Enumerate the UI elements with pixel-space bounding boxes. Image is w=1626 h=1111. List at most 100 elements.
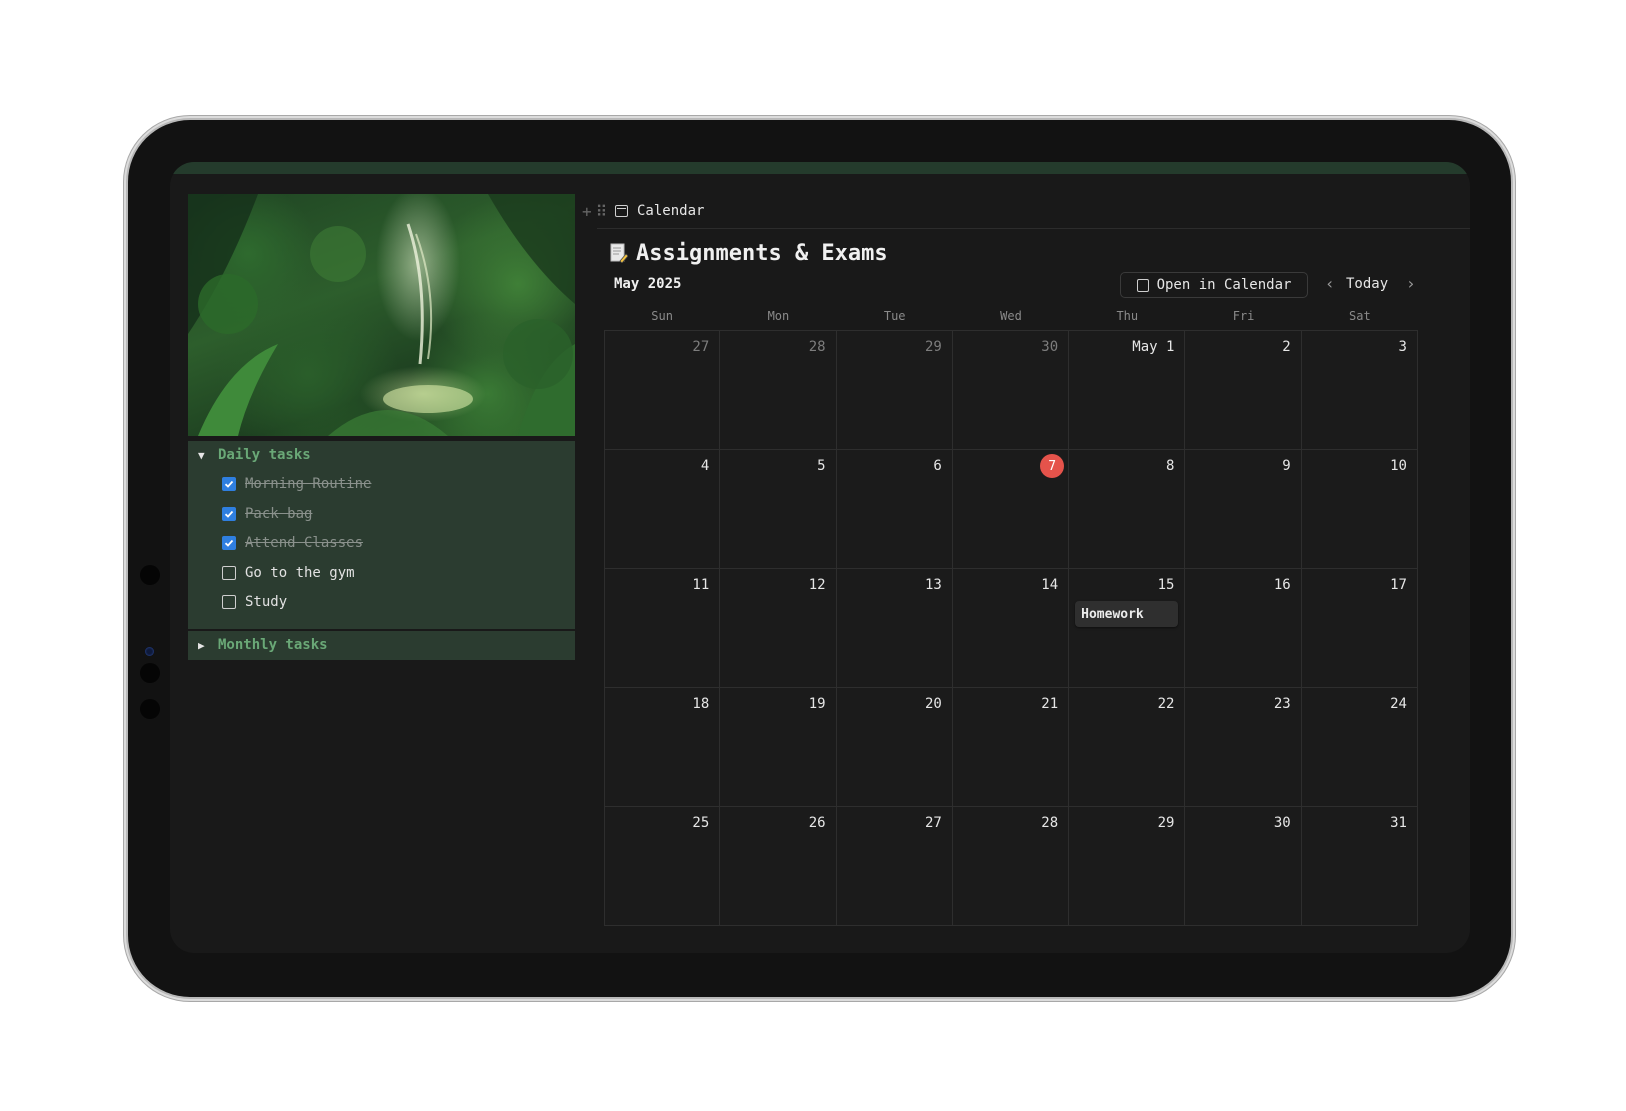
- top-bar: [170, 162, 1470, 174]
- calendar-day-cell[interactable]: 24: [1301, 688, 1418, 807]
- calendar-day-cell[interactable]: 13: [836, 569, 953, 688]
- day-number: 31: [1390, 815, 1407, 831]
- weekday-label: Sat: [1349, 309, 1371, 323]
- calendar-day-cell[interactable]: 19: [720, 688, 837, 807]
- caret-down-icon: ▼: [198, 448, 205, 462]
- monthly-tasks-toggle[interactable]: ▶ Monthly tasks: [198, 634, 328, 656]
- weekday-label: Wed: [1000, 309, 1022, 323]
- chevron-right-icon[interactable]: ›: [1406, 274, 1416, 293]
- day-number: 11: [692, 577, 710, 593]
- day-number: 19: [808, 696, 826, 712]
- calendar-day-cell[interactable]: 15 Homework: [1069, 569, 1186, 688]
- calendar-day-cell[interactable]: 26: [720, 807, 837, 926]
- chevron-left-icon[interactable]: ‹: [1325, 274, 1335, 293]
- checkbox-checked[interactable]: [222, 506, 236, 521]
- day-number: 12: [808, 577, 826, 593]
- drag-handle-icon[interactable]: ⠿: [596, 202, 608, 221]
- calendar-day-cell[interactable]: 17: [1301, 569, 1418, 688]
- database-title[interactable]: Assignments & Exams: [610, 236, 888, 270]
- calendar-day-cell[interactable]: 27: [836, 807, 953, 926]
- calendar-day-cell[interactable]: 6: [836, 450, 953, 569]
- day-number: 24: [1390, 696, 1407, 712]
- day-number: 15: [1157, 577, 1175, 593]
- checkbox-unchecked[interactable]: [222, 595, 236, 609]
- calendar-day-cell[interactable]: 22: [1069, 688, 1186, 807]
- calendar-day-cell[interactable]: 12: [720, 569, 837, 688]
- camera-lens: [145, 647, 154, 656]
- calendar-day-cell[interactable]: 11: [604, 569, 721, 688]
- day-number: 4: [700, 458, 710, 474]
- day-number: 3: [1398, 339, 1407, 355]
- task-item[interactable]: Go to the gym: [222, 562, 355, 584]
- calendar-day-cell[interactable]: 16: [1185, 569, 1302, 688]
- day-number: 28: [1041, 815, 1059, 831]
- day-number: 26: [808, 815, 826, 831]
- calendar-weeks: 27 28 29 30 May 1 2 3 4 5 6 7 8 9 10 11 12 13 14 15 Homewor…: [604, 331, 1418, 926]
- calendar-day-cell[interactable]: 23: [1185, 688, 1302, 807]
- task-label: Attend Classes: [245, 535, 364, 551]
- calendar-day-cell[interactable]: 7: [952, 450, 1070, 569]
- day-number: 22: [1157, 696, 1175, 712]
- checkbox-checked[interactable]: [222, 536, 236, 550]
- tab-calendar[interactable]: Calendar: [615, 200, 704, 222]
- weekday-label: Tue: [883, 309, 906, 323]
- calendar-day-cell[interactable]: 30: [1185, 807, 1302, 926]
- calendar-day-cell[interactable]: 29: [836, 331, 953, 450]
- calendar-day-cell[interactable]: 18: [604, 688, 721, 807]
- day-number: 29: [1157, 815, 1175, 831]
- calendar-day-cell[interactable]: 31: [1301, 807, 1418, 926]
- day-number: 16: [1273, 577, 1291, 593]
- day-number: 27: [924, 815, 942, 831]
- calendar-day-cell[interactable]: 25: [604, 807, 721, 926]
- calendar-day-cell[interactable]: 28: [952, 807, 1070, 926]
- open-in-calendar-button[interactable]: Open in Calendar: [1120, 272, 1308, 298]
- day-number: 10: [1390, 458, 1407, 474]
- event-card[interactable]: Homework: [1075, 601, 1179, 627]
- calendar-day-cell[interactable]: 2: [1185, 331, 1302, 450]
- calendar-day-cell[interactable]: May 1: [1069, 331, 1186, 450]
- monthly-tasks-panel: ▶ Monthly tasks: [188, 631, 575, 660]
- calendar-day-cell[interactable]: 20: [836, 688, 953, 807]
- calendar-day-cell[interactable]: 28: [720, 331, 837, 450]
- day-number: 18: [692, 696, 710, 712]
- day-number: 5: [817, 458, 826, 474]
- day-number: 13: [924, 577, 942, 593]
- block-handles[interactable]: + ⠿: [582, 202, 607, 221]
- calendar-day-cell[interactable]: 5: [720, 450, 837, 569]
- calendar-day-cell[interactable]: 30: [952, 331, 1070, 450]
- today-button[interactable]: Today: [1346, 276, 1388, 292]
- task-item[interactable]: Morning Routine: [222, 473, 371, 495]
- task-item[interactable]: Pack bag: [222, 503, 312, 525]
- calendar-day-cell[interactable]: 3: [1301, 331, 1418, 450]
- task-item[interactable]: Study: [222, 591, 287, 613]
- forest-cover-image: [188, 194, 575, 436]
- calendar-day-cell[interactable]: 14: [952, 569, 1070, 688]
- calendar-day-cell[interactable]: 10: [1301, 450, 1418, 569]
- task-item[interactable]: Attend Classes: [222, 532, 363, 554]
- weekday-label: Fri: [1232, 309, 1255, 323]
- day-number: 9: [1282, 458, 1291, 474]
- open-in-calendar-label: Open in Calendar: [1156, 277, 1292, 293]
- day-number: 25: [692, 815, 710, 831]
- day-number: 30: [1273, 815, 1291, 831]
- calendar-day-cell[interactable]: 8: [1069, 450, 1186, 569]
- calendar-day-cell[interactable]: 29: [1069, 807, 1186, 926]
- daily-tasks-toggle[interactable]: ▼ Daily tasks: [198, 444, 311, 466]
- calendar-app-icon: [1136, 278, 1149, 292]
- calendar-day-cell[interactable]: 27: [604, 331, 721, 450]
- task-label: Go to the gym: [245, 564, 355, 581]
- day-number: 14: [1041, 577, 1059, 593]
- calendar-icon: [615, 205, 628, 217]
- checkbox-unchecked[interactable]: [222, 565, 236, 580]
- calendar-day-cell[interactable]: 21: [952, 688, 1070, 807]
- calendar-day-cell[interactable]: 9: [1185, 450, 1302, 569]
- calendar-day-cell[interactable]: 4: [604, 450, 721, 569]
- weekday-header: Sun Mon Tue Wed Thu Fri Sat: [604, 306, 1418, 331]
- camera-dot: [140, 663, 160, 683]
- checkbox-checked[interactable]: [222, 477, 236, 491]
- day-number: 27: [692, 339, 710, 355]
- day-number: 2: [1282, 339, 1291, 355]
- month-label: May 2025: [614, 276, 682, 292]
- tab-calendar-label: Calendar: [637, 203, 705, 219]
- plus-icon[interactable]: +: [582, 202, 592, 221]
